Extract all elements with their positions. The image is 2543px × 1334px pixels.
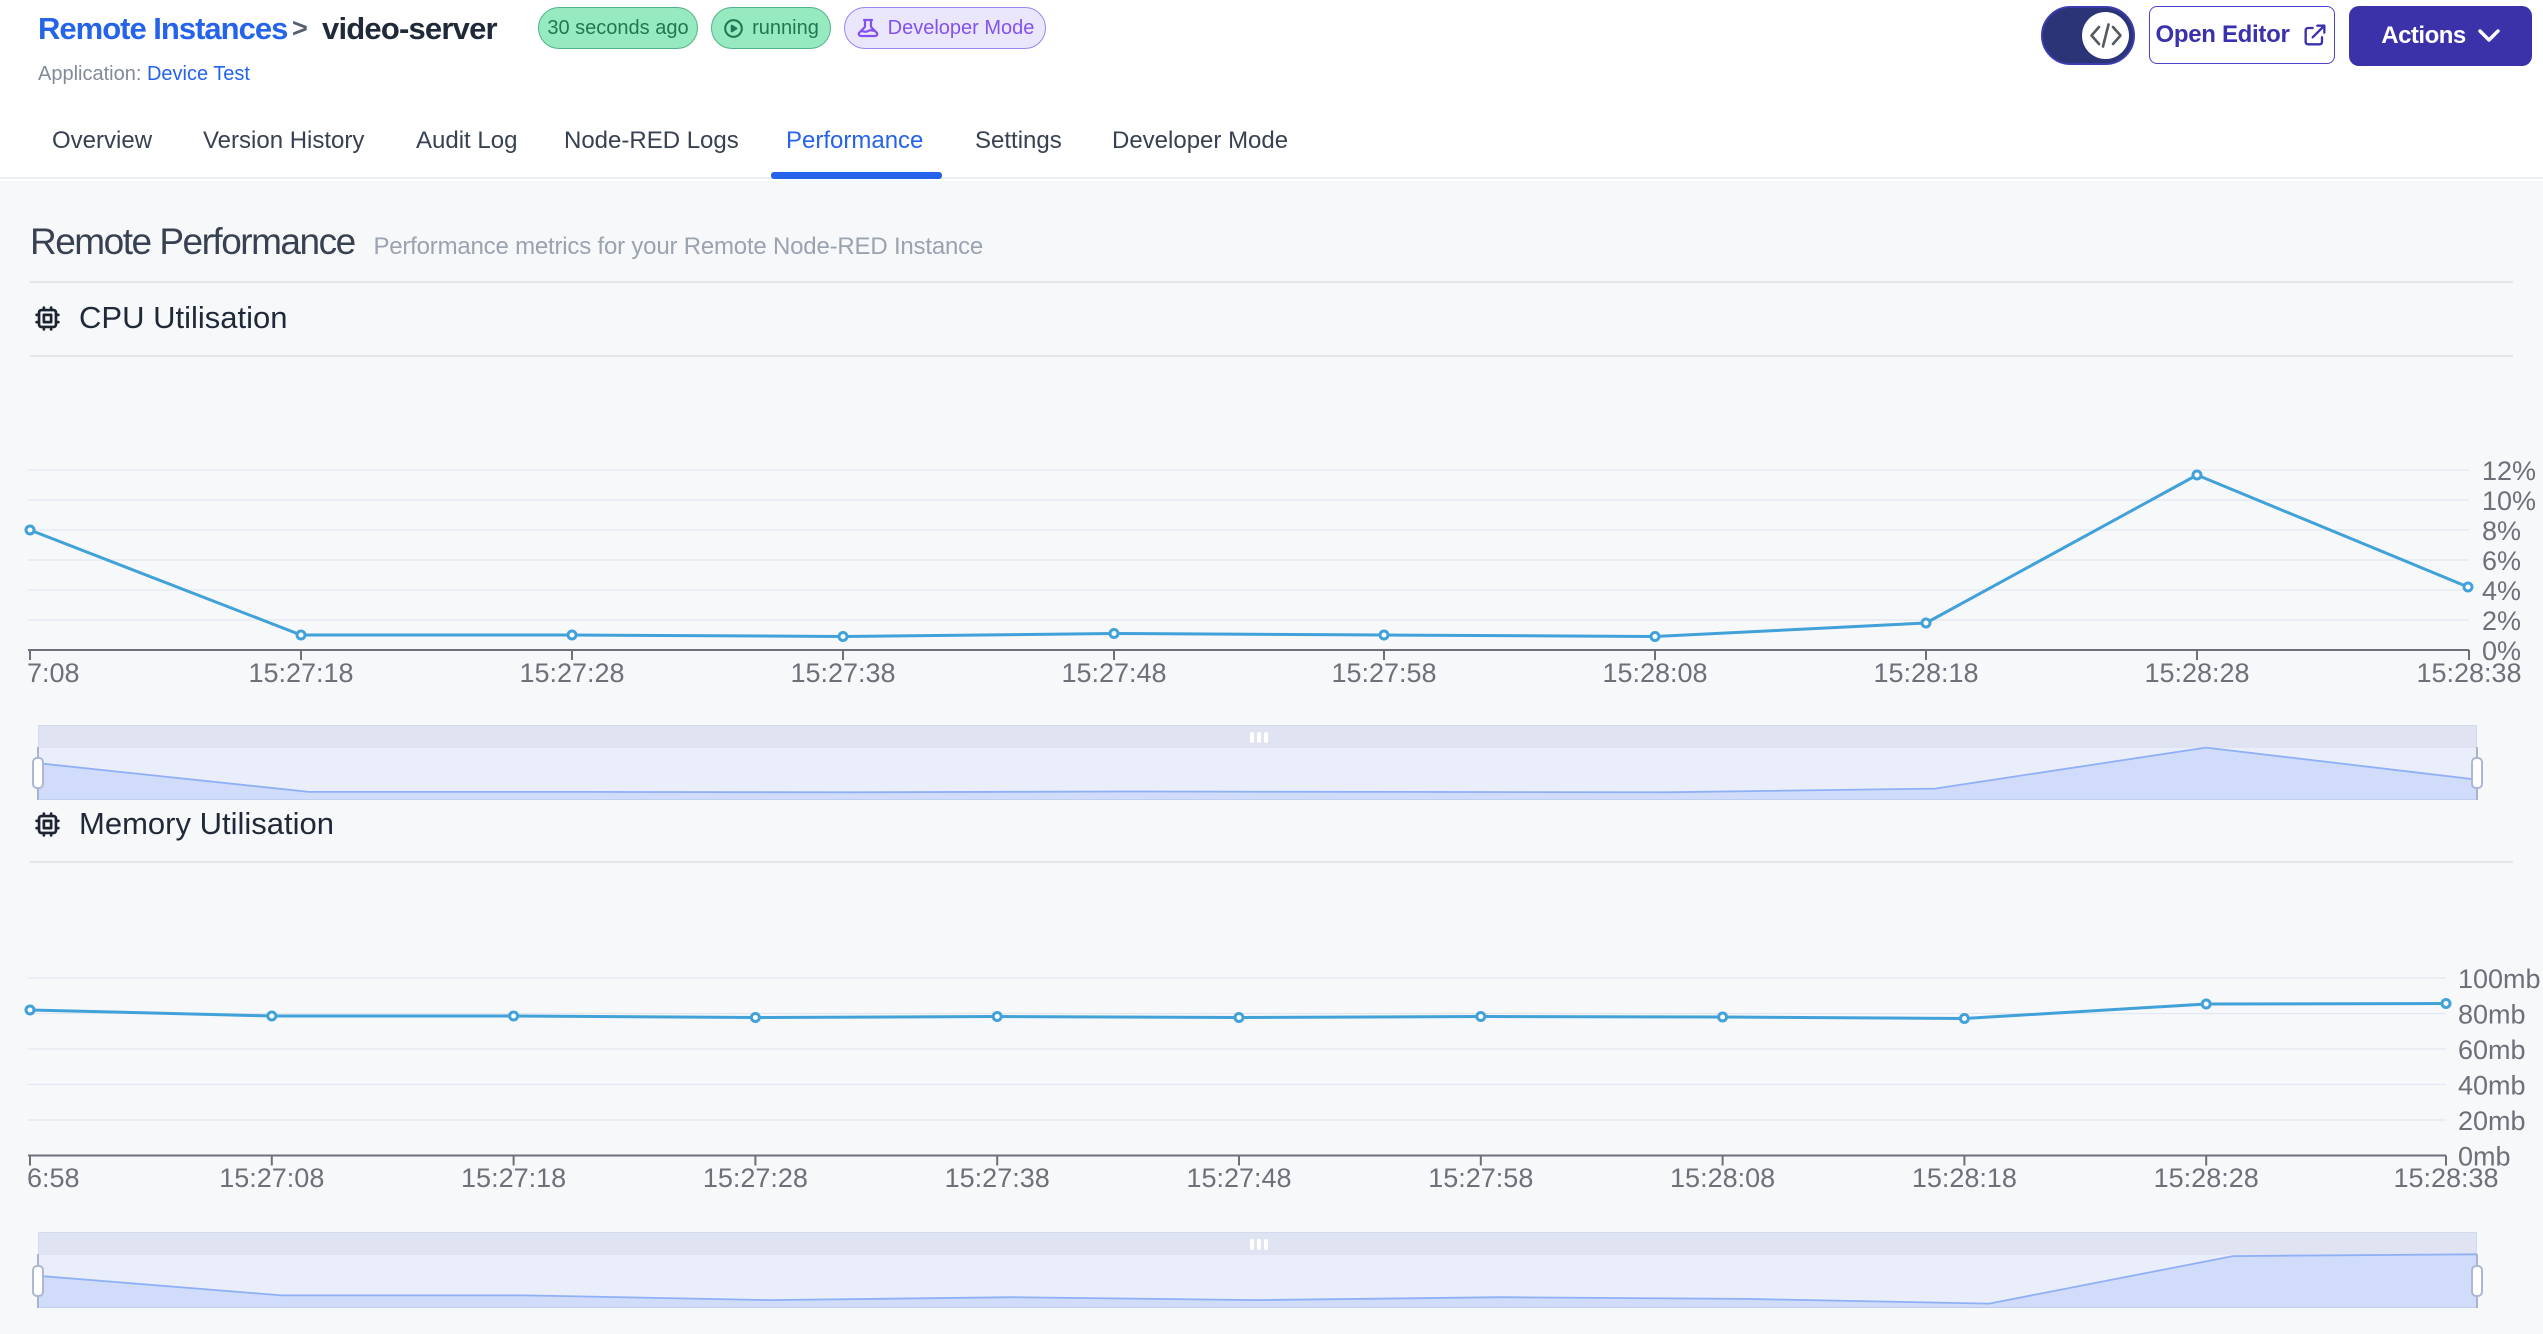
svg-text:7:08: 7:08 [27,658,80,688]
svg-text:15:27:38: 15:27:38 [790,658,895,688]
svg-text:15:28:08: 15:28:08 [1602,658,1707,688]
svg-text:8%: 8% [2482,516,2521,546]
svg-text:15:28:18: 15:28:18 [1873,658,1978,688]
svg-text:100mb: 100mb [2458,964,2541,994]
svg-text:60mb: 60mb [2458,1035,2526,1065]
svg-text:0%: 0% [2482,636,2521,666]
svg-text:20mb: 20mb [2458,1106,2526,1136]
svg-text:15:27:58: 15:27:58 [1428,1163,1533,1193]
svg-text:15:28:08: 15:28:08 [1670,1163,1775,1193]
svg-text:15:27:58: 15:27:58 [1331,658,1436,688]
svg-text:15:27:08: 15:27:08 [219,1163,324,1193]
svg-text:15:28:28: 15:28:28 [2154,1163,2259,1193]
svg-text:15:27:48: 15:27:48 [1061,658,1166,688]
svg-text:0mb: 0mb [2458,1142,2511,1172]
svg-text:6%: 6% [2482,546,2521,576]
svg-text:40mb: 40mb [2458,1071,2526,1101]
svg-text:15:27:48: 15:27:48 [1186,1163,1291,1193]
svg-text:15:27:28: 15:27:28 [703,1163,808,1193]
svg-text:15:28:18: 15:28:18 [1912,1163,2017,1193]
svg-text:15:28:28: 15:28:28 [2144,658,2249,688]
svg-text:6:58: 6:58 [27,1163,80,1193]
svg-text:4%: 4% [2482,576,2521,606]
svg-text:15:27:18: 15:27:18 [248,658,353,688]
svg-text:2%: 2% [2482,606,2521,636]
svg-text:15:27:18: 15:27:18 [461,1163,566,1193]
svg-text:10%: 10% [2482,486,2536,516]
svg-text:12%: 12% [2482,456,2536,486]
svg-text:80mb: 80mb [2458,1000,2526,1030]
svg-text:15:27:38: 15:27:38 [945,1163,1050,1193]
svg-text:15:27:28: 15:27:28 [519,658,624,688]
